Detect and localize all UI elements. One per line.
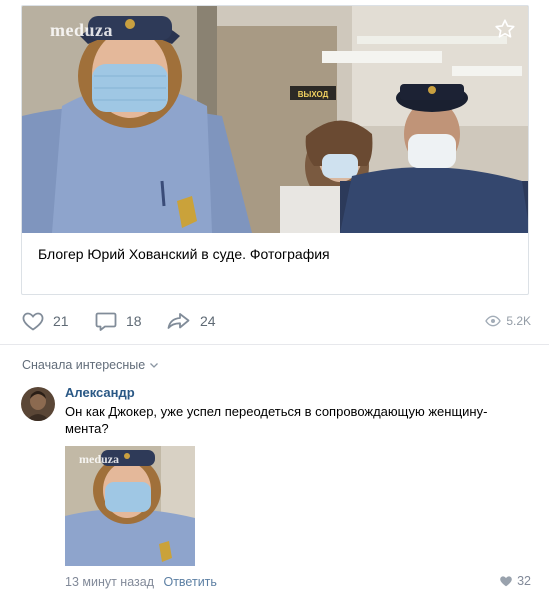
divider xyxy=(0,344,549,345)
comment-photo[interactable]: meduza xyxy=(65,446,195,566)
comment-meta: 13 минут назад Ответить xyxy=(65,575,217,589)
like-button[interactable]: 21 xyxy=(21,308,69,334)
post-photo[interactable]: ВЫХОД meduza xyxy=(22,6,528,233)
comment-count: 18 xyxy=(126,313,142,329)
comment-text: Он как Джокер, уже успел переодеться в с… xyxy=(65,404,488,436)
post-actions: 21 18 24 5.2K xyxy=(21,308,531,334)
comment-like-button[interactable]: 32 xyxy=(499,574,531,588)
views-counter: 5.2K xyxy=(485,308,531,334)
meduza-watermark-small: meduza xyxy=(79,452,119,466)
comment-button[interactable]: 18 xyxy=(94,308,142,334)
reply-button[interactable]: Ответить xyxy=(163,575,216,589)
views-count: 5.2K xyxy=(506,314,531,328)
share-arrow-icon xyxy=(167,313,190,329)
comment-like-count: 32 xyxy=(517,574,531,588)
share-count: 24 xyxy=(200,313,216,329)
meduza-watermark: meduza xyxy=(50,20,113,40)
avatar[interactable] xyxy=(21,387,55,421)
post-card[interactable]: ВЫХОД meduza Блогер Юрий Хованский в суд… xyxy=(21,5,529,295)
chevron-down-icon xyxy=(150,363,159,368)
heart-icon xyxy=(500,576,512,587)
comment-sort-label: Сначала интересные xyxy=(22,358,146,372)
exit-sign-text: ВЫХОД xyxy=(298,90,329,99)
eye-icon xyxy=(485,315,502,327)
share-button[interactable]: 24 xyxy=(166,308,216,334)
post-caption: Блогер Юрий Хованский в суде. Фотография xyxy=(38,246,330,262)
comment-bubble-icon xyxy=(95,312,117,331)
comment-sort-dropdown[interactable]: Сначала интересные xyxy=(22,358,159,372)
heart-icon xyxy=(22,312,44,331)
comment-author[interactable]: Александр xyxy=(65,385,135,400)
bookmark-star-icon[interactable] xyxy=(494,18,516,45)
comment-time[interactable]: 13 минут назад xyxy=(65,575,154,589)
like-count: 21 xyxy=(53,313,69,329)
